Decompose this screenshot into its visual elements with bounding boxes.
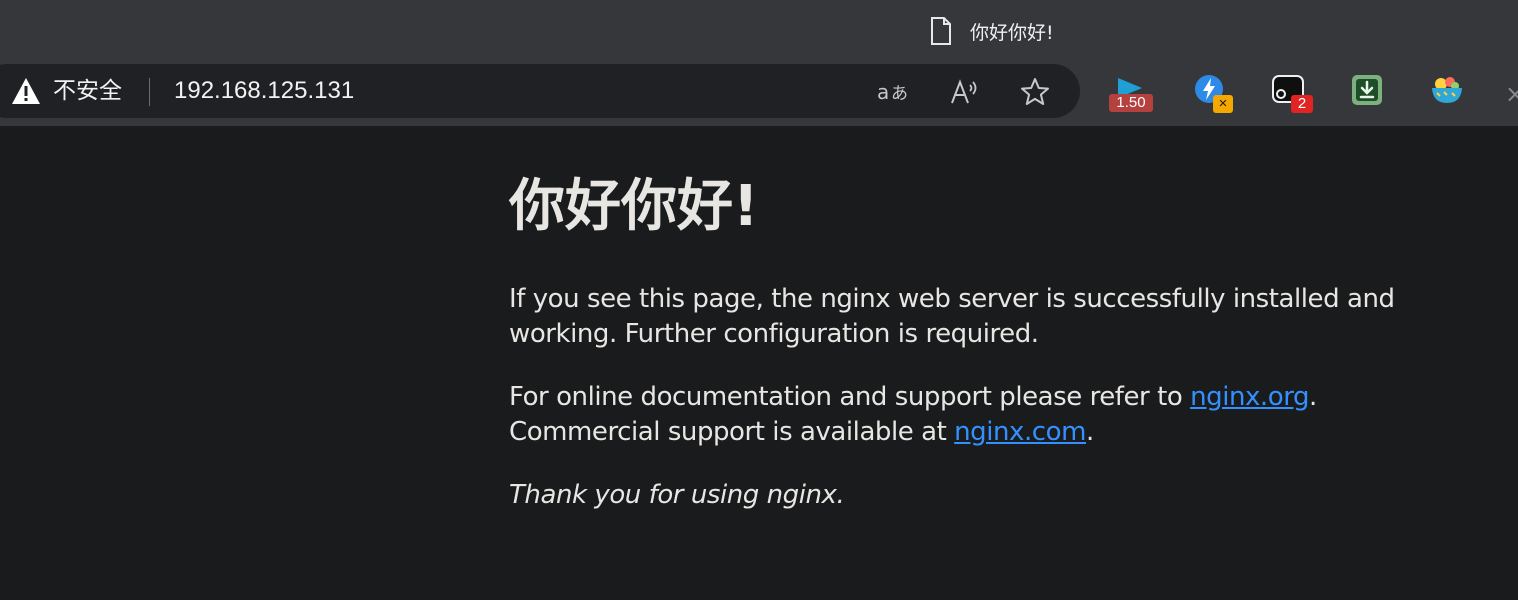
intro-paragraph: If you see this page, the nginx web serv… (509, 284, 1395, 349)
close-icon[interactable]: × (1505, 80, 1518, 108)
camera-extension-button[interactable]: 2 (1272, 74, 1313, 113)
bowl-extension-button[interactable] (1430, 74, 1466, 110)
playback-speed-extension-button[interactable]: 1.50 (1109, 74, 1153, 112)
download-extension-button[interactable] (1351, 74, 1387, 110)
camera-badge: 2 (1291, 95, 1313, 113)
speed-badge: 1.50 (1109, 94, 1153, 112)
security-status-label[interactable]: 不安全 (53, 76, 122, 106)
svg-text:a: a (877, 80, 889, 104)
bowl-icon (1432, 77, 1462, 103)
url-text[interactable]: 192.168.125.131 (174, 76, 354, 106)
bolt-badge: × (1213, 95, 1233, 113)
svg-text:あ: あ (891, 84, 908, 104)
page-heading: 你好你好! (509, 174, 759, 239)
browser-tab[interactable]: 你好你好! (930, 10, 1054, 52)
favorite-star-icon[interactable] (1018, 76, 1052, 108)
warning-icon[interactable] (11, 77, 41, 105)
bolt-extension-button[interactable]: × (1194, 74, 1233, 113)
support-text-before: For online documentation and support ple… (509, 382, 1191, 412)
address-bar-divider (149, 78, 150, 106)
nginx-com-link[interactable]: nginx.com (954, 417, 1086, 447)
nginx-org-link[interactable]: nginx.org (1190, 382, 1309, 412)
document-icon (931, 17, 951, 45)
page-content: 你好你好! If you see this page, the nginx we… (509, 126, 1409, 513)
thank-you-paragraph: Thank you for using nginx. (509, 480, 845, 510)
tab-title: 你好你好! (970, 21, 1054, 44)
translate-icon[interactable]: a あ (876, 76, 910, 108)
support-text-after: . (1085, 417, 1094, 447)
address-bar[interactable] (0, 64, 1080, 118)
support-paragraph: For online documentation and support ple… (509, 380, 1409, 450)
download-icon (1352, 75, 1382, 105)
read-aloud-icon[interactable] (948, 76, 982, 108)
browser-chrome: 你好你好! 不安全 192.168.125.131 a あ 1.50 × 2 × (0, 0, 1518, 126)
